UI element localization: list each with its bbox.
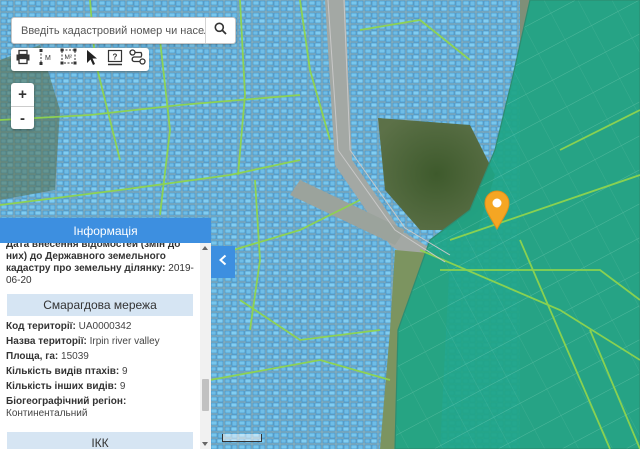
- panel-content[interactable]: Дата внесення відомостей (змін до них) д…: [0, 243, 200, 449]
- measure-area-button[interactable]: M²: [57, 48, 80, 71]
- field-area: Площа, га: 15039: [0, 351, 200, 363]
- zoom-control: + -: [11, 83, 34, 129]
- field-label: Площа, га:: [6, 351, 59, 362]
- field-territory-name: Назва території: Irpin river valley: [0, 336, 200, 348]
- info-button[interactable]: ?: [103, 48, 126, 71]
- info-panel: Інформація Дата внесення відомостей (змі…: [0, 218, 211, 449]
- measure-length-button[interactable]: M: [34, 48, 57, 71]
- panel-title: Інформація: [0, 218, 211, 243]
- scroll-thumb[interactable]: [202, 379, 209, 411]
- route-button[interactable]: [126, 48, 149, 71]
- chevron-left-icon: [218, 253, 228, 271]
- field-value: UA0000342: [78, 321, 132, 332]
- collapse-panel-button[interactable]: [211, 246, 235, 278]
- field-biogeographic-region: Біогеографічний регіон: Континентальний: [0, 396, 200, 420]
- select-button[interactable]: [80, 48, 103, 71]
- field-value: 9: [119, 381, 126, 392]
- area-unit-label: M²: [64, 54, 72, 61]
- scroll-down-icon[interactable]: [202, 442, 208, 446]
- pointer-icon: [85, 49, 99, 71]
- registry-date: Дата внесення відомостей (змін до них) д…: [0, 243, 200, 287]
- svg-text:?: ?: [112, 52, 117, 61]
- search-icon: [214, 22, 227, 40]
- cadastral-search-box: [11, 17, 236, 44]
- route-icon: [129, 49, 146, 70]
- map-scale-bar: [222, 434, 262, 442]
- print-button[interactable]: [11, 48, 34, 71]
- section-ikk[interactable]: ІКК: [7, 432, 193, 449]
- field-label: Кількість інших видів:: [6, 381, 118, 392]
- map-toolbar: M M² ?: [11, 48, 149, 71]
- scroll-up-icon[interactable]: [202, 246, 208, 250]
- field-bird-species: Кількість видів птахів: 9: [0, 366, 200, 378]
- panel-scrollbar[interactable]: [200, 243, 211, 449]
- field-value: 9: [122, 366, 128, 377]
- field-other-species: Кількість інших видів: 9: [0, 381, 200, 393]
- zoom-out-button[interactable]: -: [11, 106, 34, 129]
- zoom-in-button[interactable]: +: [11, 83, 34, 106]
- section-emerald-network[interactable]: Смарагдова мережа: [7, 294, 193, 316]
- field-value: Irpin river valley: [89, 336, 160, 347]
- field-label: Кількість видів птахів:: [6, 366, 120, 377]
- field-label: Біогеографічний регіон:: [6, 396, 127, 407]
- printer-icon: [15, 49, 31, 70]
- field-value: Континентальний: [6, 408, 88, 419]
- measure-area-icon: M²: [60, 48, 78, 71]
- field-label: Назва території:: [6, 336, 87, 347]
- registry-date-label: Дата внесення відомостей (змін до них) д…: [6, 243, 181, 274]
- length-unit-label: M: [45, 55, 51, 62]
- field-label: Код території:: [6, 321, 76, 332]
- info-icon: ?: [107, 49, 123, 71]
- search-button[interactable]: [205, 18, 235, 43]
- measure-length-icon: M: [38, 48, 54, 71]
- field-territory-code: Код території: UA0000342: [0, 321, 200, 333]
- field-value: 15039: [61, 351, 89, 362]
- search-input[interactable]: [12, 18, 205, 43]
